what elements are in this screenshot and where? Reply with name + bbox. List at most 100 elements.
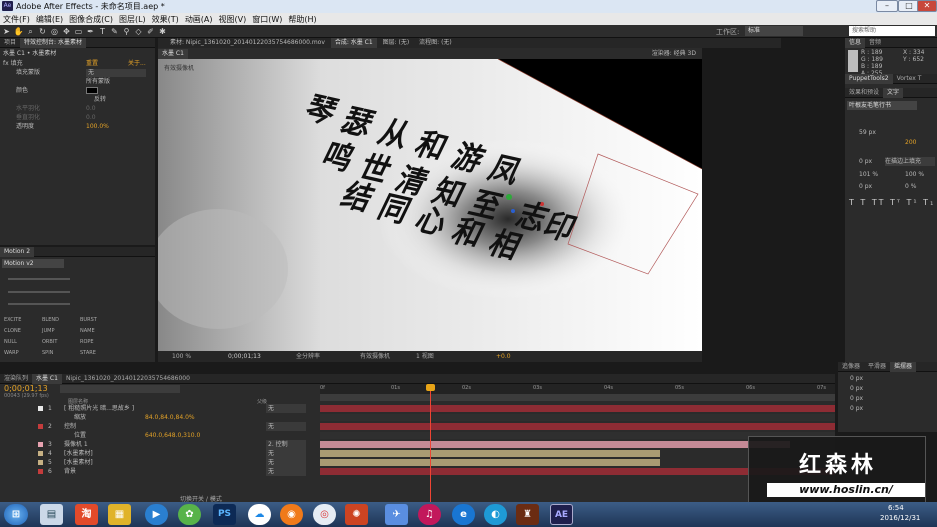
timeline-layer-row[interactable]: 位置 640.0,648.0,310.0 bbox=[0, 431, 320, 440]
game-icon[interactable]: ♜ bbox=[516, 504, 539, 525]
parent-select[interactable]: 无 bbox=[266, 404, 306, 413]
minimize-button[interactable]: – bbox=[876, 0, 898, 12]
pen-tool-icon[interactable]: ✒ bbox=[85, 26, 96, 37]
motion-button[interactable]: JUMP bbox=[42, 328, 54, 334]
motion-button[interactable]: SPIN bbox=[42, 350, 53, 356]
resolution-select[interactable]: 全分辨率 bbox=[296, 351, 320, 362]
tab-effects-presets[interactable]: 效果和预设 bbox=[845, 88, 883, 98]
menu-view[interactable]: 视图(V) bbox=[216, 13, 250, 25]
motion-button[interactable]: WARP bbox=[4, 350, 19, 356]
motion-button[interactable]: ORBIT bbox=[42, 339, 57, 345]
timeline-layer-row[interactable]: 2 控制 无 bbox=[0, 422, 320, 431]
param-3[interactable]: 0 px bbox=[850, 394, 863, 403]
menu-file[interactable]: 文件(F) bbox=[0, 13, 33, 25]
timeline-layer-row[interactable]: 1 [ 粗糙照片光 暗...思故乡 ] 无 bbox=[0, 404, 320, 413]
eraser-tool-icon[interactable]: ◇ bbox=[133, 26, 144, 37]
tab-timeline-comp[interactable]: 水墨 C1 bbox=[32, 374, 62, 384]
motion-button[interactable]: STARE bbox=[80, 350, 96, 356]
firefox-icon[interactable]: ◉ bbox=[280, 504, 303, 525]
font-size-field[interactable]: 59 px bbox=[859, 128, 876, 137]
layer-color-label[interactable] bbox=[38, 451, 43, 456]
playhead-handle[interactable] bbox=[426, 384, 435, 391]
layer-color-label[interactable] bbox=[38, 460, 43, 465]
opacity-value[interactable]: 100.0% bbox=[86, 122, 109, 131]
mask-tool-icon[interactable]: ▭ bbox=[73, 26, 84, 37]
layer-color-label[interactable] bbox=[38, 406, 43, 411]
layer-name[interactable]: [水墨素材] bbox=[64, 449, 93, 458]
exposure-value[interactable]: +0.0 bbox=[496, 351, 511, 362]
layer-duration-bar[interactable] bbox=[320, 423, 835, 430]
roto-tool-icon[interactable]: ✐ bbox=[145, 26, 156, 37]
taobao-icon[interactable]: 淘 bbox=[75, 504, 98, 525]
hand-tool-icon[interactable]: ✋ bbox=[13, 26, 24, 37]
text-tool-icon[interactable]: T bbox=[97, 26, 108, 37]
comp-subtab[interactable]: 水墨 C1 bbox=[158, 49, 188, 59]
red-app-icon[interactable]: ✺ bbox=[345, 504, 368, 525]
all-masks-checkbox[interactable]: 所有蒙版 bbox=[86, 77, 110, 86]
layer-color-label[interactable] bbox=[38, 442, 43, 447]
camera-tool-icon[interactable]: ◎ bbox=[49, 26, 60, 37]
music-app-icon[interactable]: ♫ bbox=[418, 504, 441, 525]
motion-version-select[interactable]: Motion v2 bbox=[2, 259, 64, 268]
param-2[interactable]: 0 px bbox=[850, 384, 863, 393]
current-time-indicator[interactable] bbox=[430, 384, 431, 502]
tab-render-queue[interactable]: 渲染队列 bbox=[0, 374, 32, 384]
tab-wiggler[interactable]: 摇摆器 bbox=[890, 362, 917, 372]
brush-tool-icon[interactable]: ✎ bbox=[109, 26, 120, 37]
parent-select[interactable]: 2. 控制 bbox=[266, 440, 306, 449]
composition-viewer[interactable]: 琴瑟从和游凤鸣世清知至志结同心和相印 有效摄像机 bbox=[158, 59, 702, 351]
text-style-buttons[interactable]: T T TT Tᵀ T¹ T₁ bbox=[849, 198, 935, 207]
layer-name[interactable]: [水墨素材] bbox=[64, 458, 93, 467]
zoom-tool-icon[interactable]: ⌕ bbox=[25, 26, 36, 37]
property-value[interactable]: 640.0,648.0,310.0 bbox=[145, 431, 200, 440]
motion-button[interactable]: NULL bbox=[4, 339, 17, 345]
work-area-bar[interactable] bbox=[320, 394, 835, 401]
close-button[interactable]: ✕ bbox=[917, 0, 937, 12]
tab-comp-viewer[interactable]: 合成: 水墨 C1 bbox=[330, 38, 377, 48]
layer-name[interactable]: 背景 bbox=[64, 467, 76, 476]
vertical-scale-field[interactable]: 101 % bbox=[859, 170, 878, 179]
layer-name[interactable]: 位置 bbox=[74, 431, 86, 440]
tab-puppettools[interactable]: PuppetTools2 bbox=[845, 74, 893, 84]
stamp-tool-icon[interactable]: ⚲ bbox=[121, 26, 132, 37]
tsume-field[interactable]: 0 % bbox=[905, 182, 916, 191]
after-effects-icon[interactable]: AE bbox=[550, 504, 573, 525]
layer-color-label[interactable] bbox=[38, 469, 43, 474]
gizmo-z-handle[interactable] bbox=[511, 209, 515, 213]
stroke-width-field[interactable]: 0 px bbox=[859, 157, 872, 166]
parent-select[interactable]: 无 bbox=[266, 422, 306, 431]
help-search-input[interactable]: 搜索帮助 bbox=[849, 26, 935, 36]
ie-icon[interactable]: e bbox=[452, 504, 475, 525]
tracking-field[interactable]: 200 bbox=[905, 138, 916, 147]
chat-app-icon[interactable]: ✿ bbox=[178, 504, 201, 525]
clock-time[interactable]: 6:54 bbox=[888, 504, 904, 512]
timeline-layer-row[interactable]: 6 背景 无 bbox=[0, 467, 320, 476]
menu-effect[interactable]: 效果(T) bbox=[149, 13, 182, 25]
motion-button[interactable]: ROPE bbox=[80, 339, 94, 345]
tab-flowchart[interactable]: 流程图: (无) bbox=[415, 38, 456, 48]
layer-duration-bar[interactable] bbox=[320, 450, 660, 457]
tab-smoother[interactable]: 平滑器 bbox=[864, 362, 890, 372]
motion-slider-3[interactable] bbox=[8, 303, 70, 305]
explorer-icon[interactable]: ▤ bbox=[40, 504, 63, 525]
photoshop-icon[interactable]: PS bbox=[213, 504, 236, 525]
tab-character[interactable]: 文字 bbox=[883, 88, 904, 98]
fill-mask-select[interactable]: 无 bbox=[86, 69, 146, 77]
motion-slider-2[interactable] bbox=[8, 291, 70, 293]
clock-date[interactable]: 2016/12/31 bbox=[880, 514, 920, 522]
layer-duration-bar[interactable] bbox=[320, 441, 790, 448]
timeline-layer-row[interactable]: 5 [水墨素材] 无 bbox=[0, 458, 320, 467]
timeline-layer-row[interactable]: 4 [水墨素材] 无 bbox=[0, 449, 320, 458]
motion-slider-1[interactable] bbox=[8, 278, 70, 280]
parent-select[interactable]: 无 bbox=[266, 458, 306, 467]
menu-layer[interactable]: 图层(L) bbox=[116, 13, 149, 25]
layer-color-label[interactable] bbox=[38, 424, 43, 429]
timeline-layer-row[interactable]: 3 摄像机 1 2. 控制 bbox=[0, 440, 320, 449]
camera-select[interactable]: 有效摄像机 bbox=[360, 351, 390, 362]
timeline-layer-row[interactable]: 缩放 84.0,84.0,84.0% bbox=[0, 413, 320, 422]
layer-duration-bar[interactable] bbox=[320, 459, 660, 466]
about-link[interactable]: 关于... bbox=[128, 59, 146, 68]
parent-select[interactable]: 无 bbox=[266, 449, 306, 458]
motion-button[interactable]: EXCITE bbox=[4, 317, 21, 323]
layer-name[interactable]: 摄像机 1 bbox=[64, 440, 88, 449]
